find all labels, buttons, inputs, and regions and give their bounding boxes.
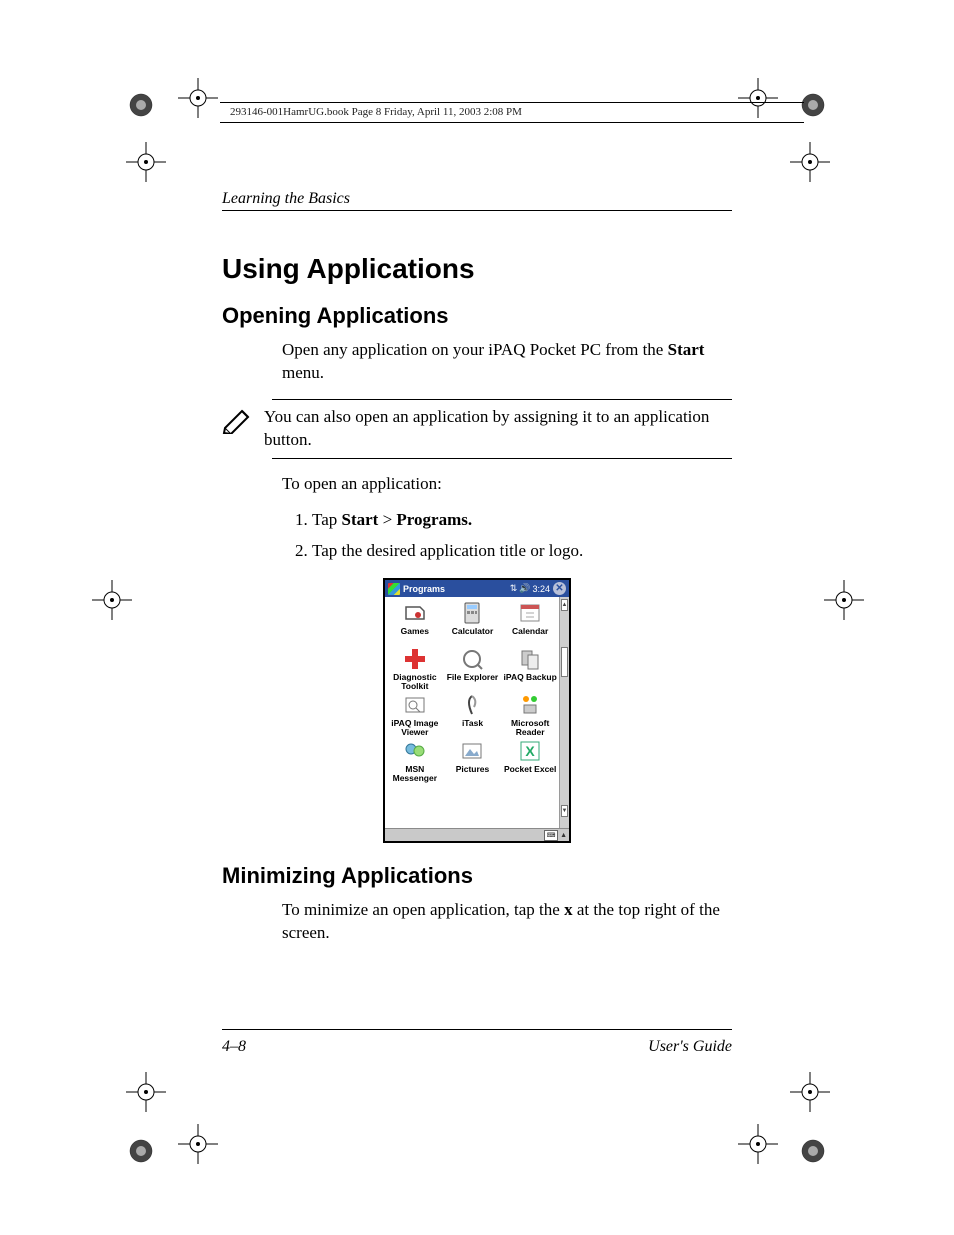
pocketpc-bottombar: ⌨ ▲ <box>385 828 569 841</box>
app-file-explorer: File Explorer <box>445 647 501 691</box>
crop-mark-icon <box>126 1072 166 1112</box>
intro-text: Open any application on your iPAQ Pocket… <box>282 340 668 359</box>
scroll-thumb <box>561 647 568 677</box>
crop-mark-icon <box>178 1124 218 1164</box>
pocketpc-screenshot: Programs ⇅ 🔊 3:24 ✕ Games Calculator Cal… <box>383 578 571 843</box>
scroll-down-icon <box>561 805 568 817</box>
crop-mark-icon <box>790 1072 830 1112</box>
footer-rule <box>222 1029 732 1030</box>
note-rule-bottom <box>272 458 732 459</box>
content-column: Using Applications Opening Applications … <box>222 235 732 955</box>
games-icon <box>403 601 427 625</box>
intro-bold-start: Start <box>668 340 705 359</box>
itask-icon <box>460 693 484 717</box>
pencil-icon <box>222 406 254 434</box>
messenger-icon <box>403 739 427 763</box>
step-1-sep: > <box>378 510 396 529</box>
diagnostic-icon <box>403 647 427 671</box>
heading-opening-applications: Opening Applications <box>222 303 732 329</box>
heading-minimizing-applications: Minimizing Applications <box>222 863 732 889</box>
note-text: You can also open an application by assi… <box>264 406 732 452</box>
start-flag-icon <box>388 583 400 595</box>
pocketpc-clock: 3:24 <box>532 584 550 594</box>
step-1-text: Tap <box>312 510 342 529</box>
pocketpc-titlebar: Programs ⇅ 🔊 3:24 ✕ <box>385 580 569 597</box>
note-block: You can also open an application by assi… <box>222 399 732 459</box>
app-ipaq-image-viewer: iPAQ Image Viewer <box>387 693 443 737</box>
heading-using-applications: Using Applications <box>222 253 732 285</box>
crop-mark-icon <box>178 78 218 118</box>
crop-mark-icon <box>128 92 154 118</box>
file-explorer-icon <box>460 647 484 671</box>
crop-mark-icon <box>92 580 132 620</box>
sip-up-icon: ▲ <box>560 832 567 839</box>
intro-paragraph: Open any application on your iPAQ Pocket… <box>282 339 732 385</box>
calendar-icon <box>518 601 542 625</box>
running-head-rule <box>222 210 732 211</box>
crop-mark-icon <box>738 1124 778 1164</box>
note-rule-top <box>272 399 732 400</box>
app-ipaq-backup: iPAQ Backup <box>502 647 558 691</box>
to-open-text: To open an application: <box>282 473 732 496</box>
crop-mark-icon <box>800 1138 826 1164</box>
crop-header-text: 293146-001HamrUG.book Page 8 Friday, Apr… <box>230 106 522 118</box>
programs-grid: Games Calculator Calendar Diagnostic Too… <box>385 597 560 787</box>
step-1-bold-programs: Programs. <box>396 510 472 529</box>
pocketpc-status-icons: ⇅ 🔊 3:24 <box>510 583 550 594</box>
calculator-icon <box>460 601 484 625</box>
steps-list: Tap Start > Programs. Tap the desired ap… <box>312 506 732 564</box>
app-games: Games <box>387 601 443 645</box>
minimize-paragraph: To minimize an open application, tap the… <box>282 899 732 945</box>
connectivity-icon: ⇅ <box>510 583 518 594</box>
svg-text:X: X <box>525 743 535 759</box>
crop-mark-icon <box>738 78 778 118</box>
speaker-icon: 🔊 <box>519 583 530 594</box>
intro-text-tail: menu. <box>282 363 324 382</box>
backup-icon <box>518 647 542 671</box>
crop-header-rule-top <box>220 102 804 103</box>
app-msn-messenger: MSN Messenger <box>387 739 443 783</box>
min-text-x: x <box>564 900 573 919</box>
to-open-paragraph: To open an application: Tap Start > Prog… <box>282 473 732 564</box>
reader-icon <box>518 693 542 717</box>
crop-mark-icon <box>128 1138 154 1164</box>
crop-mark-icon <box>824 580 864 620</box>
app-pictures: Pictures <box>445 739 501 783</box>
step-2: Tap the desired application title or log… <box>312 537 732 564</box>
excel-icon: X <box>518 739 542 763</box>
crop-mark-icon <box>790 142 830 182</box>
app-pocket-excel: XPocket Excel <box>502 739 558 783</box>
scroll-up-icon <box>561 599 568 611</box>
app-calculator: Calculator <box>445 601 501 645</box>
step-1: Tap Start > Programs. <box>312 506 732 533</box>
footer-page-number: 4–8 <box>222 1038 246 1056</box>
app-diagnostic-toolkit: Diagnostic Toolkit <box>387 647 443 691</box>
app-microsoft-reader: Microsoft Reader <box>502 693 558 737</box>
close-icon: ✕ <box>553 582 566 595</box>
min-text-a: To minimize an open application, tap the <box>282 900 564 919</box>
running-head: Learning the Basics <box>222 190 350 208</box>
pocketpc-title: Programs <box>403 584 507 594</box>
app-itask: iTask <box>445 693 501 737</box>
crop-mark-icon <box>126 142 166 182</box>
pocketpc-body: Games Calculator Calendar Diagnostic Too… <box>385 597 560 829</box>
pocketpc-scrollbar <box>559 597 569 829</box>
pictures-icon <box>460 739 484 763</box>
step-1-bold-start: Start <box>342 510 379 529</box>
crop-mark-icon <box>800 92 826 118</box>
page: 293146-001HamrUG.book Page 8 Friday, Apr… <box>0 0 954 1235</box>
app-calendar: Calendar <box>502 601 558 645</box>
image-viewer-icon <box>403 693 427 717</box>
keyboard-icon: ⌨ <box>544 830 558 841</box>
footer-guide-label: User's Guide <box>648 1038 732 1056</box>
crop-header-rule-bottom <box>220 122 804 123</box>
